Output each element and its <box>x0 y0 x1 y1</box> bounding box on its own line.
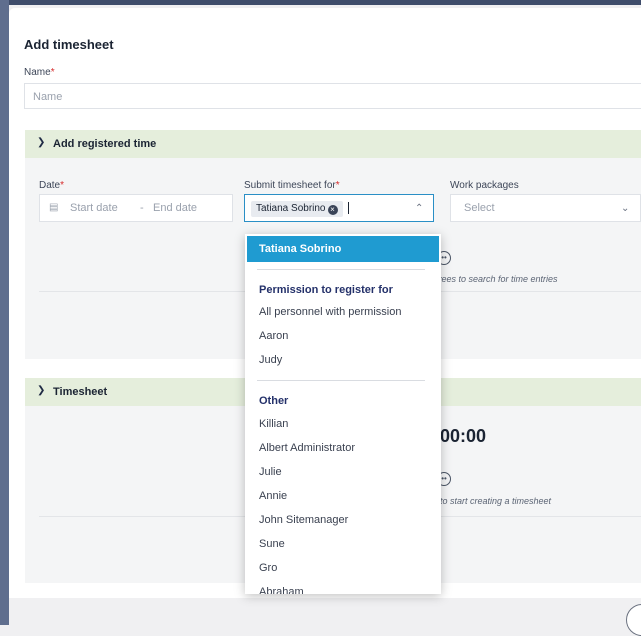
dropdown-option[interactable]: John Sitemanager <box>259 514 348 526</box>
dropdown-option[interactable]: Sune <box>259 538 285 550</box>
calendar-icon: ▤ <box>49 202 59 213</box>
registered-time-header[interactable]: ❯ Add registered time <box>25 130 641 158</box>
dropdown-option[interactable]: All personnel with permission <box>259 306 401 318</box>
dropdown-option[interactable]: Abraham <box>259 586 304 594</box>
end-date-input[interactable]: End date <box>153 202 197 214</box>
registered-time-title: Add registered time <box>53 138 157 150</box>
person-dropdown-list: Tatiana Sobrino Permission to register f… <box>245 234 441 594</box>
window-left-edge <box>0 0 9 625</box>
dropdown-group-title: Other <box>259 395 289 407</box>
close-circle-icon[interactable]: × <box>327 205 338 215</box>
selected-person-chip: Tatiana Sobrino × <box>251 201 343 217</box>
start-date-input[interactable]: Start date <box>70 202 118 214</box>
text-cursor <box>348 202 349 214</box>
date-separator: - <box>140 202 144 214</box>
timesheet-hint: to start creating a timesheet <box>440 496 552 506</box>
timesheet-title: Timesheet <box>53 386 108 398</box>
dropdown-option[interactable]: Annie <box>259 490 287 502</box>
dropdown-option-selected[interactable]: Tatiana Sobrino <box>247 236 439 262</box>
work-packages-select[interactable]: Select ⌄ <box>450 194 641 222</box>
registered-time-hint: yees to search for time entries <box>437 274 558 284</box>
chevron-down-icon: ❯ <box>37 137 46 148</box>
chevron-down-icon: ❯ <box>37 385 46 396</box>
dropdown-option[interactable]: Killian <box>259 418 288 430</box>
work-packages-placeholder: Select <box>464 202 495 214</box>
dropdown-option[interactable]: Julie <box>259 466 282 478</box>
form-title: Add timesheet <box>24 37 114 52</box>
name-label: Name* <box>24 67 55 78</box>
submit-for-select[interactable]: Tatiana Sobrino × ⌃ <box>244 194 434 222</box>
footer-bar <box>9 598 641 625</box>
name-input[interactable]: Name <box>24 83 641 109</box>
work-packages-label: Work packages <box>450 180 519 191</box>
dropdown-divider <box>257 269 425 270</box>
dropdown-option[interactable]: Judy <box>259 354 282 366</box>
chip-label: Tatiana Sobrino <box>256 203 326 214</box>
date-label: Date* <box>39 180 65 191</box>
total-time: 00:00 <box>440 426 487 446</box>
chevron-up-icon[interactable]: ⌃ <box>415 203 423 214</box>
submit-for-label: Submit timesheet for* <box>244 180 340 191</box>
window-top-bar <box>0 0 641 5</box>
dropdown-option[interactable]: Albert Administrator <box>259 442 355 454</box>
dropdown-option[interactable]: Gro <box>259 562 277 574</box>
dropdown-divider <box>257 380 425 381</box>
date-range-input[interactable]: ▤ Start date - End date <box>39 194 233 222</box>
dropdown-group-title: Permission to register for <box>259 284 393 296</box>
chevron-down-icon[interactable]: ⌄ <box>621 203 629 214</box>
dropdown-option[interactable]: Aaron <box>259 330 288 342</box>
